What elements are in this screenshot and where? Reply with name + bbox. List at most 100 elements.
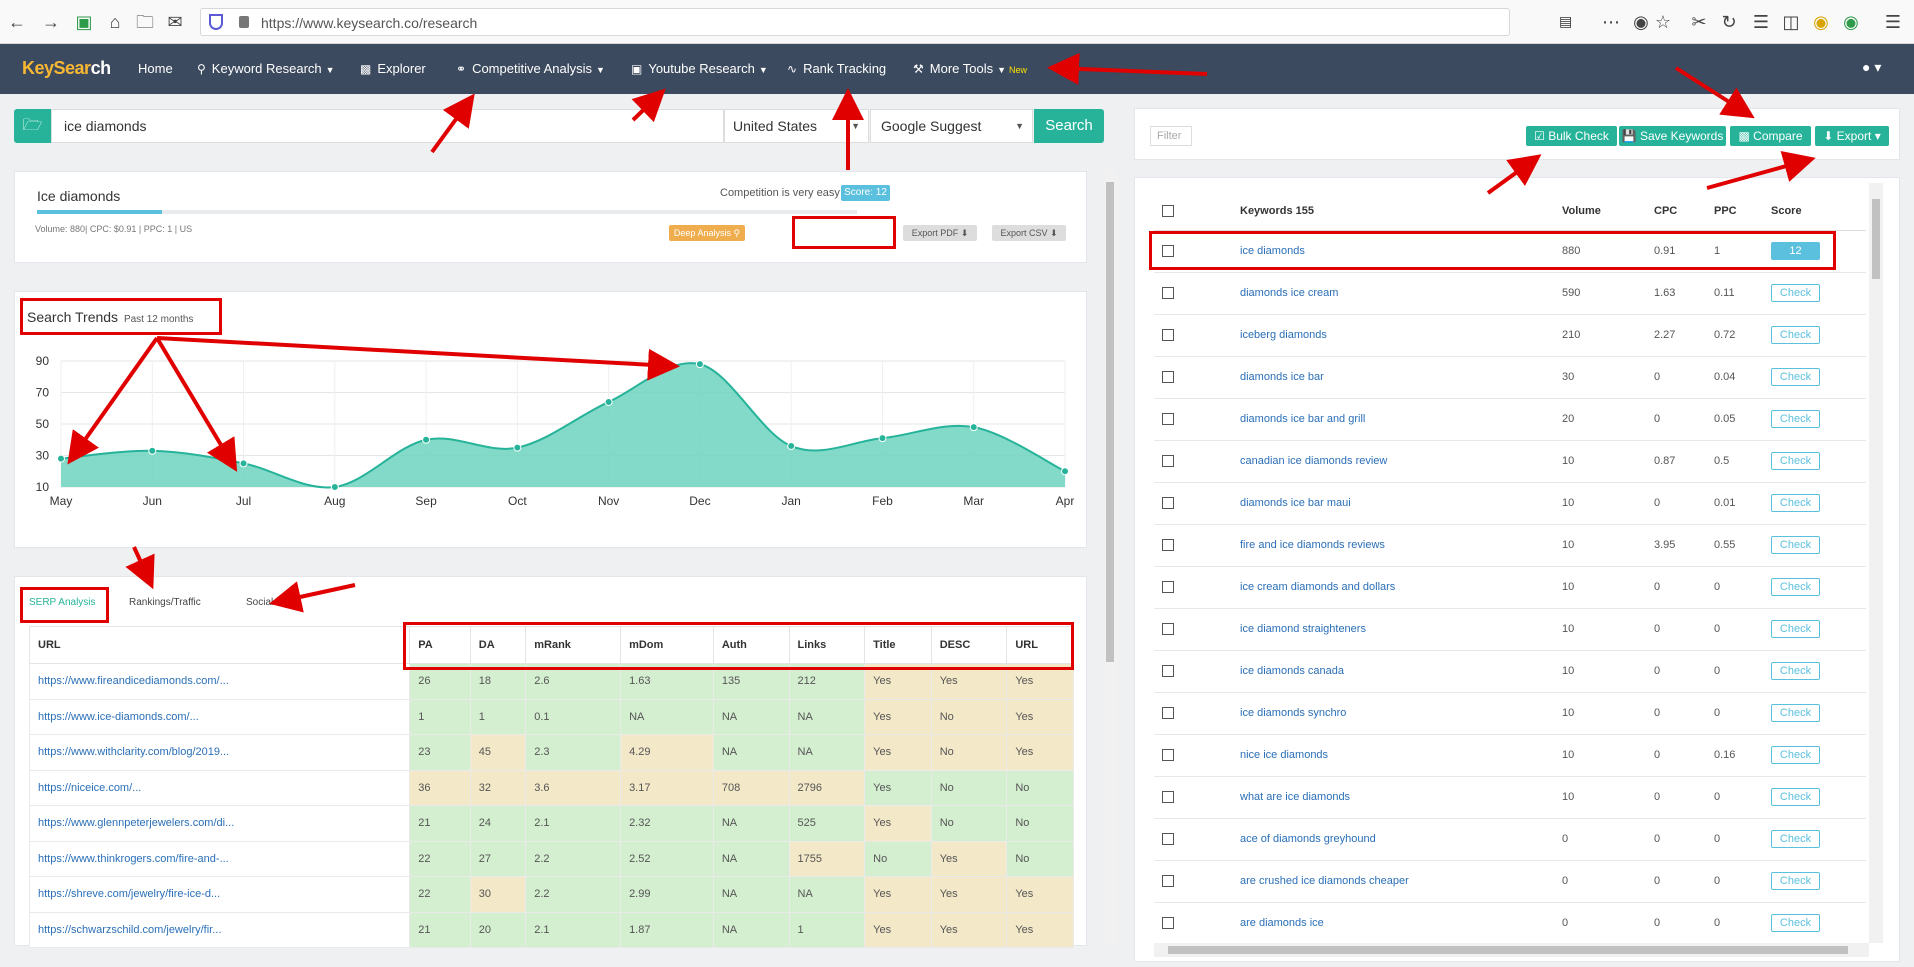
- keyword-link[interactable]: what are ice diamonds: [1240, 776, 1562, 819]
- save-keywords-button[interactable]: 💾 Save Keywords: [1619, 126, 1726, 146]
- row-checkbox[interactable]: [1162, 875, 1174, 888]
- row-checkbox[interactable]: [1162, 287, 1174, 300]
- serp-url-link[interactable]: https://www.glennpeterjewelers.com/di...: [28, 805, 411, 842]
- serp-col-header[interactable]: Links: [788, 626, 866, 664]
- keyword-link[interactable]: diamonds ice bar maui: [1240, 482, 1562, 525]
- keyword-link[interactable]: diamonds ice cream: [1240, 272, 1562, 315]
- addon-globe-icon[interactable]: ◉: [1840, 11, 1862, 33]
- extension-icon[interactable]: ▣: [73, 11, 95, 33]
- tab-social[interactable]: Social: [246, 597, 273, 608]
- row-checkbox[interactable]: [1162, 329, 1174, 342]
- right-scrollbar-thumb[interactable]: [1872, 199, 1880, 279]
- col-volume[interactable]: Volume: [1562, 193, 1654, 231]
- data-point[interactable]: [695, 360, 704, 369]
- row-checkbox[interactable]: [1162, 665, 1174, 678]
- serp-col-header[interactable]: URL: [28, 626, 411, 664]
- tab-rankings-traffic[interactable]: Rankings/Traffic: [129, 597, 201, 608]
- serp-col-header[interactable]: Title: [864, 626, 932, 664]
- nav-youtube-research[interactable]: ▣ Youtube Research ▼: [631, 61, 768, 76]
- search-input[interactable]: ice diamonds: [51, 109, 724, 143]
- row-checkbox[interactable]: [1162, 791, 1174, 804]
- check-button[interactable]: Check: [1771, 914, 1820, 932]
- data-point[interactable]: [604, 397, 613, 406]
- mail-icon[interactable]: ✉: [164, 11, 186, 33]
- library-icon[interactable]: ☰: [1750, 11, 1772, 33]
- data-point[interactable]: [148, 446, 157, 455]
- serp-col-header[interactable]: DESC: [930, 626, 1008, 664]
- tab-serp-analysis[interactable]: SERP Analysis: [29, 597, 96, 608]
- menu-icon[interactable]: ☰: [1882, 11, 1904, 33]
- nav-rank-tracking[interactable]: ∿ Rank Tracking: [787, 61, 886, 76]
- left-scrollbar-thumb[interactable]: [1106, 182, 1114, 662]
- logo[interactable]: KeySearch: [22, 58, 111, 79]
- keyword-link[interactable]: are crushed ice diamonds cheaper: [1240, 860, 1562, 903]
- keyword-link[interactable]: ice cream diamonds and dollars: [1240, 566, 1562, 609]
- left-scrollbar[interactable]: [1103, 170, 1117, 946]
- check-button[interactable]: Check: [1771, 578, 1820, 596]
- row-checkbox[interactable]: [1162, 917, 1174, 930]
- reader-icon[interactable]: ▤: [1559, 13, 1572, 30]
- row-checkbox[interactable]: [1162, 245, 1174, 258]
- keyword-link[interactable]: ice diamonds synchro: [1240, 692, 1562, 735]
- right-scrollbar[interactable]: [1869, 183, 1883, 943]
- data-point[interactable]: [969, 423, 978, 432]
- data-point[interactable]: [422, 435, 431, 444]
- data-point[interactable]: [1061, 467, 1069, 476]
- data-point[interactable]: [787, 442, 796, 451]
- col-ppc[interactable]: PPC: [1714, 193, 1771, 231]
- export-button[interactable]: ⬇ Export ▾: [1815, 126, 1889, 146]
- nav-keyword-research[interactable]: ⚲ Keyword Research ▼: [197, 61, 335, 76]
- serp-url-link[interactable]: https://www.ice-diamonds.com/...: [28, 698, 411, 735]
- export-pdf-button[interactable]: Export PDF ⬇: [903, 225, 977, 241]
- check-button[interactable]: Check: [1771, 536, 1820, 554]
- search-button[interactable]: Search: [1034, 109, 1104, 143]
- col-score[interactable]: Score: [1771, 193, 1866, 231]
- score-value[interactable]: 12: [1771, 242, 1820, 260]
- check-button[interactable]: Check: [1771, 704, 1820, 722]
- check-button[interactable]: Check: [1771, 494, 1820, 512]
- more-icon[interactable]: ⋯: [1600, 11, 1622, 33]
- country-select[interactable]: United States ▼: [724, 109, 869, 143]
- serp-col-header[interactable]: mRank: [525, 626, 622, 664]
- check-button[interactable]: Check: [1771, 746, 1820, 764]
- keyword-link[interactable]: canadian ice diamonds review: [1240, 440, 1562, 483]
- row-checkbox[interactable]: [1162, 413, 1174, 426]
- row-checkbox[interactable]: [1162, 749, 1174, 762]
- keyword-link[interactable]: ice diamonds: [1240, 230, 1562, 273]
- horizontal-scrollbar[interactable]: [1154, 943, 1869, 957]
- check-button[interactable]: Check: [1771, 452, 1820, 470]
- serp-url-link[interactable]: https://www.thinkrogers.com/fire-and-...: [28, 840, 411, 877]
- keyword-link[interactable]: ice diamonds canada: [1240, 650, 1562, 693]
- serp-url-link[interactable]: https://schwarzschild.com/jewelry/fir...: [28, 911, 411, 948]
- serp-url-link[interactable]: https://www.withclarity.com/blog/2019...: [28, 734, 411, 771]
- col-keywords[interactable]: Keywords 155: [1240, 193, 1562, 231]
- horizontal-scrollbar-thumb[interactable]: [1168, 946, 1848, 954]
- data-point[interactable]: [239, 459, 248, 468]
- source-select[interactable]: Google Suggest ▼: [870, 109, 1033, 143]
- compare-button[interactable]: ▩ Compare: [1730, 126, 1811, 146]
- check-button[interactable]: Check: [1771, 620, 1820, 638]
- row-checkbox[interactable]: [1162, 371, 1174, 384]
- check-button[interactable]: Check: [1771, 368, 1820, 386]
- serp-col-header[interactable]: DA: [469, 626, 527, 664]
- check-button[interactable]: Check: [1771, 872, 1820, 890]
- check-button[interactable]: Check: [1771, 410, 1820, 428]
- keyword-link[interactable]: nice ice diamonds: [1240, 734, 1562, 777]
- addon-icon[interactable]: ◉: [1810, 11, 1832, 33]
- col-cpc[interactable]: CPC: [1654, 193, 1714, 231]
- keyword-link[interactable]: ace of diamonds greyhound: [1240, 818, 1562, 861]
- serp-col-header[interactable]: PA: [409, 626, 471, 664]
- serp-col-header[interactable]: Auth: [712, 626, 790, 664]
- row-checkbox[interactable]: [1162, 623, 1174, 636]
- row-checkbox[interactable]: [1162, 833, 1174, 846]
- row-checkbox[interactable]: [1162, 539, 1174, 552]
- folder-icon[interactable]: 🗀: [134, 11, 156, 33]
- bulk-check-button[interactable]: ☑ Bulk Check: [1526, 126, 1617, 146]
- pocket-icon[interactable]: ◉: [1630, 11, 1652, 33]
- row-checkbox[interactable]: [1162, 707, 1174, 720]
- check-button[interactable]: Check: [1771, 662, 1820, 680]
- serp-col-header[interactable]: URL: [1006, 626, 1074, 664]
- keyword-link[interactable]: iceberg diamonds: [1240, 314, 1562, 357]
- serp-url-link[interactable]: https://shreve.com/jewelry/fire-ice-d...: [28, 876, 411, 913]
- keyword-link[interactable]: fire and ice diamonds reviews: [1240, 524, 1562, 567]
